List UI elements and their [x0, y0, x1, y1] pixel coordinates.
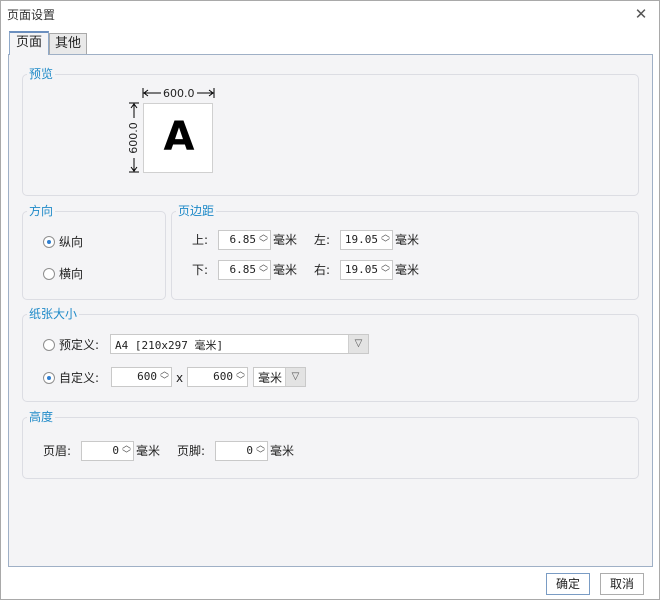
- tab-other[interactable]: 其他: [49, 33, 87, 55]
- chevron-down-icon[interactable]: ﹀: [120, 451, 133, 460]
- margin-right-label: 右:: [314, 263, 331, 277]
- preview-width-label: 600.0: [161, 86, 197, 102]
- orientation-group: 方向: [22, 203, 166, 300]
- paper-size-group-title: 纸张大小: [27, 306, 80, 322]
- margin-right-stepper[interactable]: 19.05 ︿ ﹀: [340, 260, 393, 280]
- margin-bottom-stepper[interactable]: 6.85 ︿ ﹀: [218, 260, 271, 280]
- custom-label: 自定义:: [59, 371, 100, 385]
- ok-button[interactable]: 确定: [546, 573, 590, 595]
- title-bar: 页面设置 ✕: [1, 1, 659, 27]
- chevron-down-icon[interactable]: ﹀: [257, 240, 270, 249]
- custom-radio[interactable]: [43, 372, 55, 384]
- chevron-down-icon[interactable]: ﹀: [158, 377, 171, 386]
- predefined-paper-value: A4 [210x297 毫米]: [115, 339, 224, 352]
- predefined-label: 预定义:: [59, 338, 100, 352]
- custom-width-stepper[interactable]: 600 ︿ ﹀: [111, 367, 172, 387]
- preview-height-label: 600.0: [126, 118, 142, 158]
- portrait-radio[interactable]: [43, 236, 55, 248]
- footer-label: 页脚:: [177, 444, 206, 458]
- margin-left-label: 左:: [314, 233, 331, 247]
- margin-top-label: 上:: [192, 233, 209, 247]
- custom-x-label: x: [176, 371, 184, 385]
- custom-unit-value: 毫米: [258, 371, 283, 385]
- tab-panel-page: 预览 方向 页边距 纸张大小 高度: [8, 54, 653, 567]
- preview-group: 预览: [22, 66, 639, 196]
- close-icon[interactable]: ✕: [631, 5, 651, 23]
- predefined-paper-select[interactable]: A4 [210x297 毫米] ▽: [110, 334, 369, 354]
- margin-left-unit: 毫米: [395, 233, 420, 247]
- chevron-down-icon[interactable]: ﹀: [379, 270, 392, 279]
- chevron-down-icon[interactable]: ▽: [285, 368, 305, 386]
- window-title: 页面设置: [7, 8, 56, 22]
- chevron-down-icon[interactable]: ﹀: [254, 451, 267, 460]
- height-group-title: 高度: [27, 409, 56, 425]
- header-value: 0: [112, 444, 119, 457]
- tab-page[interactable]: 页面: [9, 31, 49, 55]
- custom-height-stepper[interactable]: 600 ︿ ﹀: [187, 367, 248, 387]
- preview-page: A: [143, 103, 213, 173]
- margin-right-unit: 毫米: [395, 263, 420, 277]
- margins-group-title: 页边距: [176, 203, 217, 219]
- custom-height-value: 600: [213, 370, 233, 383]
- chevron-down-icon[interactable]: ﹀: [257, 270, 270, 279]
- margin-left-stepper[interactable]: 19.05 ︿ ﹀: [340, 230, 393, 250]
- landscape-label: 横向: [59, 267, 84, 281]
- margins-group: 页边距: [171, 203, 639, 300]
- chevron-down-icon[interactable]: ﹀: [234, 377, 247, 386]
- margin-left-value: 19.05: [344, 233, 378, 246]
- header-stepper[interactable]: 0 ︿ ﹀: [81, 441, 134, 461]
- paper-size-group: 纸张大小: [22, 306, 639, 402]
- margin-top-stepper[interactable]: 6.85 ︿ ﹀: [218, 230, 271, 250]
- margin-bottom-label: 下:: [192, 263, 209, 277]
- margin-top-unit: 毫米: [273, 233, 298, 247]
- margin-bottom-value: 6.85: [229, 263, 257, 276]
- orientation-group-title: 方向: [27, 203, 56, 219]
- portrait-label: 纵向: [59, 235, 84, 249]
- page-setup-dialog: 页面设置 ✕ 页面 其他 预览 方向 页边距 纸张大小 高度 600.0 600…: [0, 0, 660, 600]
- predefined-radio[interactable]: [43, 339, 55, 351]
- footer-value: 0: [246, 444, 253, 457]
- custom-unit-select[interactable]: 毫米 ▽: [253, 367, 306, 387]
- preview-letter: A: [163, 114, 195, 160]
- margin-right-value: 19.05: [344, 263, 378, 276]
- margin-bottom-unit: 毫米: [273, 263, 298, 277]
- footer-stepper[interactable]: 0 ︿ ﹀: [215, 441, 268, 461]
- header-label: 页眉:: [43, 444, 72, 458]
- landscape-radio[interactable]: [43, 268, 55, 280]
- header-unit: 毫米: [136, 444, 161, 458]
- footer-unit: 毫米: [270, 444, 295, 458]
- chevron-down-icon[interactable]: ▽: [348, 335, 368, 353]
- custom-width-value: 600: [137, 370, 157, 383]
- cancel-button[interactable]: 取消: [600, 573, 644, 595]
- margin-top-value: 6.85: [229, 233, 257, 246]
- preview-group-title: 预览: [27, 66, 56, 82]
- chevron-down-icon[interactable]: ﹀: [379, 240, 392, 249]
